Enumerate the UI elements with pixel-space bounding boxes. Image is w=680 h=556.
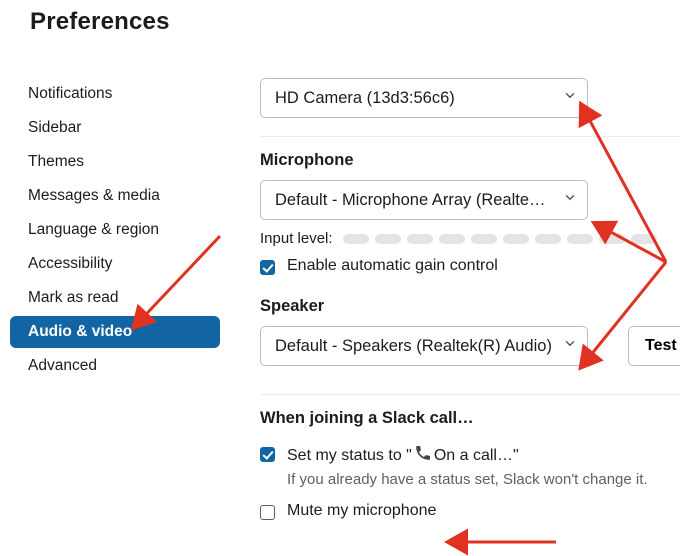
chevron-down-icon	[563, 337, 577, 356]
divider	[260, 394, 680, 395]
set-status-checkbox[interactable]	[260, 447, 275, 462]
test-speaker-button[interactable]: Test	[628, 326, 680, 366]
divider	[260, 136, 680, 137]
sidebar-item-themes[interactable]: Themes	[10, 146, 220, 178]
microphone-select-value: Default - Microphone Array (Realtek…	[275, 191, 553, 210]
sidebar-item-audio-video[interactable]: Audio & video	[10, 316, 220, 348]
camera-select[interactable]: HD Camera (13d3:56c6)	[260, 78, 588, 118]
phone-icon	[414, 444, 432, 467]
agc-label: Enable automatic gain control	[287, 257, 498, 275]
agc-checkbox[interactable]	[260, 260, 275, 275]
page-title: Preferences	[0, 0, 680, 36]
camera-select-value: HD Camera (13d3:56c6)	[275, 89, 553, 108]
input-level-meter	[343, 234, 657, 244]
sidebar-item-advanced[interactable]: Advanced	[10, 350, 220, 382]
preferences-sidebar: Notifications Sidebar Themes Messages & …	[0, 64, 230, 520]
speaker-select[interactable]: Default - Speakers (Realtek(R) Audio)	[260, 326, 588, 366]
microphone-heading: Microphone	[260, 151, 680, 170]
join-call-heading: When joining a Slack call…	[260, 409, 680, 428]
microphone-select[interactable]: Default - Microphone Array (Realtek…	[260, 180, 588, 220]
mute-mic-label: Mute my microphone	[287, 502, 436, 520]
speaker-heading: Speaker	[260, 297, 680, 316]
sidebar-item-accessibility[interactable]: Accessibility	[10, 248, 220, 280]
sidebar-item-mark-as-read[interactable]: Mark as read	[10, 282, 220, 314]
mute-mic-checkbox[interactable]	[260, 505, 275, 520]
set-status-label: Set my status to " On a call…"	[287, 444, 519, 467]
sidebar-item-language-region[interactable]: Language & region	[10, 214, 220, 246]
input-level-label: Input level:	[260, 230, 333, 247]
set-status-hint: If you already have a status set, Slack …	[287, 471, 680, 488]
chevron-down-icon	[563, 191, 577, 210]
sidebar-item-notifications[interactable]: Notifications	[10, 78, 220, 110]
chevron-down-icon	[563, 89, 577, 108]
sidebar-item-messages-media[interactable]: Messages & media	[10, 180, 220, 212]
speaker-select-value: Default - Speakers (Realtek(R) Audio)	[275, 337, 553, 356]
sidebar-item-sidebar[interactable]: Sidebar	[10, 112, 220, 144]
main-panel: HD Camera (13d3:56c6) Microphone Default…	[230, 64, 680, 520]
